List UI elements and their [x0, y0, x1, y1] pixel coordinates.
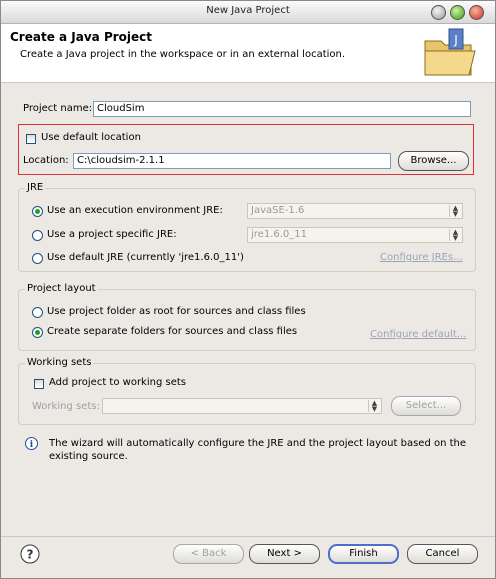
working-sets-label: Working sets:	[32, 401, 100, 412]
jre-group-title: JRE	[25, 182, 46, 193]
default-jre-radio[interactable]	[32, 253, 43, 264]
project-layout-group-title: Project layout	[25, 283, 98, 294]
combo-spinner-icon: ▲ ▼	[449, 205, 461, 218]
browse-button[interactable]: Browse...	[398, 151, 469, 171]
info-text-line1: The wizard will automatically configure …	[49, 438, 467, 449]
use-default-location-label: Use default location	[41, 132, 141, 143]
execution-environment-combo: JavaSE-1.6 ▲ ▼	[247, 203, 463, 219]
project-specific-jre-radio[interactable]	[32, 230, 43, 241]
close-button[interactable]	[469, 5, 484, 20]
svg-text:J: J	[453, 33, 458, 47]
location-label: Location:	[23, 155, 69, 166]
minimize-button[interactable]	[431, 5, 446, 20]
window-title: New Java Project	[206, 5, 290, 16]
wizard-title: Create a Java Project	[10, 30, 153, 44]
project-folder-root-radio[interactable]	[32, 307, 43, 318]
project-specific-jre-value: jre1.6.0_11	[251, 229, 307, 240]
separate-folders-radio[interactable]	[32, 327, 43, 338]
combo-spinner-icon: ▲ ▼	[368, 400, 380, 413]
svg-text:?: ?	[27, 548, 34, 562]
new-java-project-dialog: New Java Project Create a Java Project C…	[0, 0, 496, 579]
wizard-description: Create a Java project in the workspace o…	[20, 49, 346, 60]
help-icon[interactable]: ?	[20, 544, 40, 564]
svg-text:i: i	[30, 440, 34, 450]
project-name-input[interactable]: CloudSim	[93, 101, 471, 117]
add-to-working-sets-checkbox[interactable]	[34, 379, 44, 389]
execution-environment-jre-label: Use an execution environment JRE:	[47, 205, 223, 216]
configure-default-link[interactable]: Configure default...	[370, 329, 466, 340]
wizard-header: Create a Java Project Create a Java proj…	[1, 24, 495, 83]
add-to-working-sets-label: Add project to working sets	[49, 377, 186, 388]
title-bar: New Java Project	[1, 1, 495, 24]
execution-environment-jre-radio[interactable]	[32, 206, 43, 217]
configure-jres-link[interactable]: Configure JREs...	[380, 252, 463, 263]
working-sets-combo: ▲ ▼	[102, 398, 382, 414]
footer-divider	[1, 536, 495, 537]
next-button[interactable]: Next >	[249, 544, 320, 564]
project-specific-jre-label: Use a project specific JRE:	[47, 229, 177, 240]
project-layout-group	[18, 289, 476, 351]
default-jre-label: Use default JRE (currently 'jre1.6.0_11'…	[47, 252, 244, 263]
info-text-line2: existing source.	[49, 451, 128, 462]
separate-folders-label: Create separate folders for sources and …	[47, 326, 298, 337]
info-icon: i	[25, 437, 38, 450]
working-sets-group-title: Working sets	[25, 357, 94, 368]
maximize-button[interactable]	[450, 5, 465, 20]
use-default-location-checkbox[interactable]	[26, 134, 36, 144]
combo-spinner-icon: ▲ ▼	[449, 229, 461, 242]
execution-environment-value: JavaSE-1.6	[251, 205, 305, 216]
finish-button[interactable]: Finish	[328, 544, 399, 564]
cancel-button[interactable]: Cancel	[407, 544, 478, 564]
project-folder-root-label: Use project folder as root for sources a…	[47, 306, 306, 317]
project-name-label: Project name:	[23, 103, 93, 114]
back-button: < Back	[173, 544, 244, 564]
java-project-folder-icon: J	[424, 28, 476, 76]
select-working-sets-button: Select...	[391, 396, 461, 416]
project-specific-jre-combo: jre1.6.0_11 ▲ ▼	[247, 227, 463, 243]
location-input[interactable]: C:\cloudsim-2.1.1	[73, 153, 391, 169]
